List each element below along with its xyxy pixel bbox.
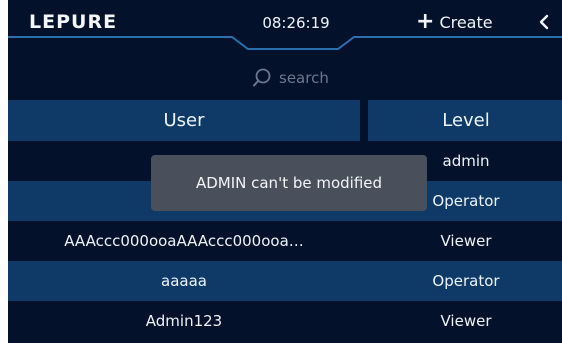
level-cell: Operator xyxy=(432,272,500,290)
user-cell: aaaaa xyxy=(161,272,207,290)
toast-message: ADMIN can't be modified xyxy=(151,155,427,211)
level-cell: Viewer xyxy=(440,232,492,250)
level-cell: Viewer xyxy=(440,312,492,330)
user-cell: Admin123 xyxy=(145,312,223,330)
brand-logo: LEPURE xyxy=(29,11,118,33)
back-button[interactable] xyxy=(532,8,556,36)
table-row[interactable]: Admin123 Viewer xyxy=(8,301,562,341)
chevron-left-icon xyxy=(539,14,549,30)
top-bar: LEPURE 08:26:19 + Create xyxy=(8,0,562,50)
table-row[interactable]: aaaaa Operator xyxy=(8,261,562,301)
create-button-label: Create xyxy=(439,12,493,32)
clock: 08:26:19 xyxy=(262,14,330,32)
user-cell: AAAccc000ooaAAAccc000ooa… xyxy=(64,232,304,250)
search-input[interactable]: search xyxy=(251,66,329,90)
column-header-level[interactable]: Level xyxy=(368,100,562,141)
search-placeholder: search xyxy=(279,69,329,87)
user-management-screen: LEPURE 08:26:19 + Create search User Lev… xyxy=(8,0,562,343)
search-icon xyxy=(253,68,271,87)
table-row[interactable]: AAAccc000ooaAAAccc000ooa… Viewer xyxy=(8,221,562,261)
plus-icon: + xyxy=(416,9,435,34)
column-header-user[interactable]: User xyxy=(8,100,360,141)
create-button[interactable]: + Create xyxy=(416,8,493,36)
